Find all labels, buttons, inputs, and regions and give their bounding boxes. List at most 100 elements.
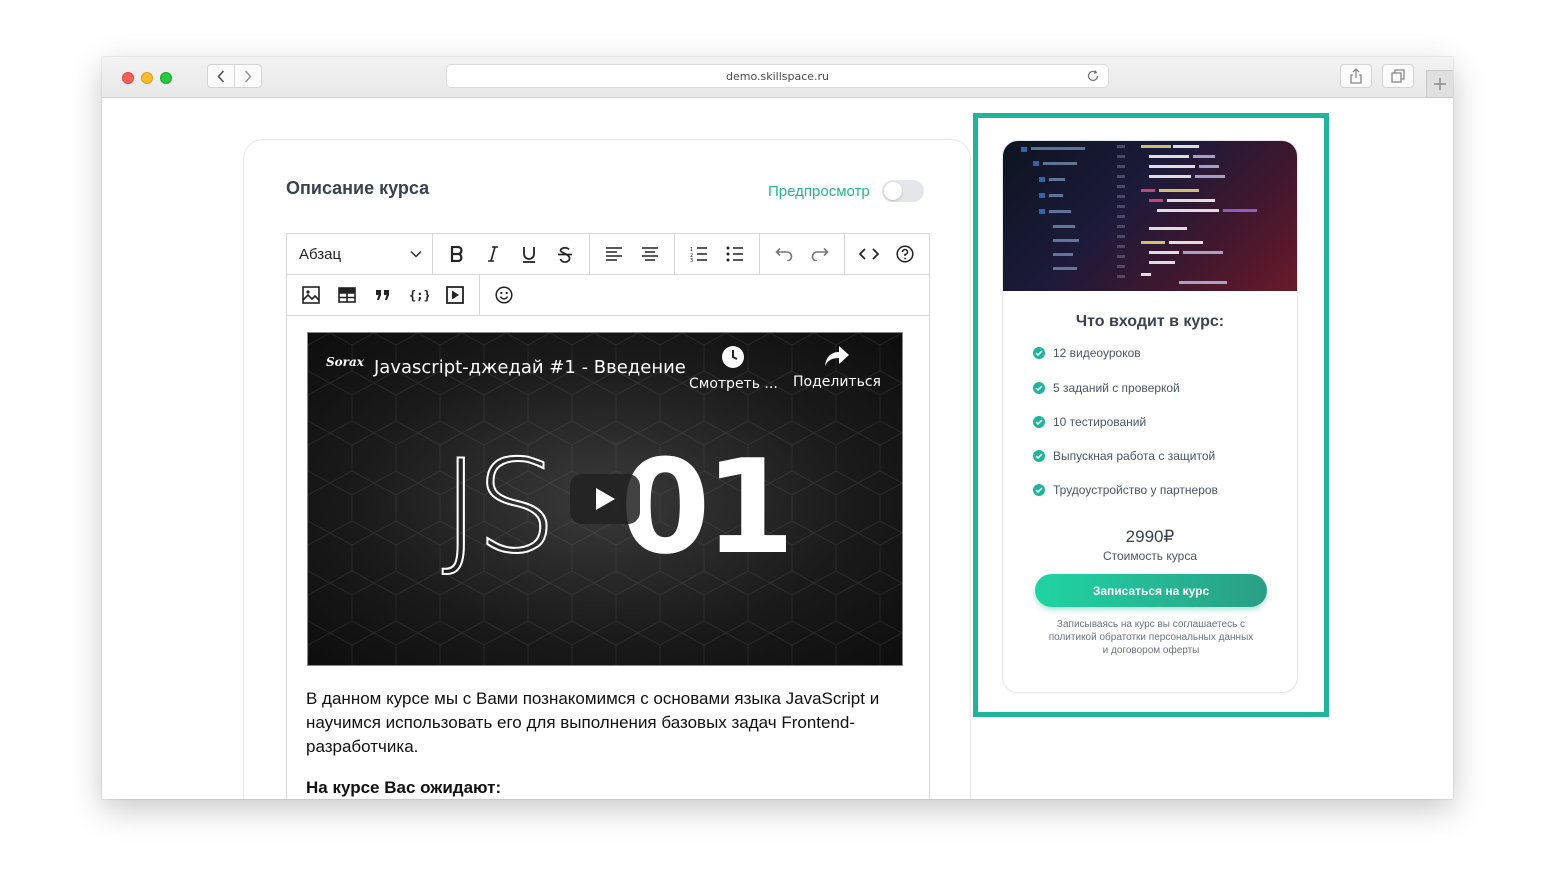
video-title[interactable]: Javascript-джедай #1 - Введение [374,357,686,378]
course-offer-card: Что входит в курс: 12 видеоуроков 5 зада… [1002,140,1298,693]
course-description-card: Описание курса Предпросмотр Абзац 1 2 3 … [243,139,971,799]
align-left-button[interactable] [596,239,632,269]
align-left-icon [606,247,622,261]
course-expectations-heading[interactable]: На курсе Вас ожидают: [306,778,501,798]
clock-icon [722,346,745,368]
chevron-left-icon [217,69,225,83]
course-price-label: Стоимость курса [1102,549,1197,563]
toggle-knob [883,182,902,200]
page-title: Описание курса [286,178,430,198]
video-share-button[interactable]: Поделиться [793,345,881,390]
preview-toggle[interactable] [881,180,924,202]
check-icon [1033,382,1045,394]
image-icon [302,286,320,304]
reload-icon[interactable] [1086,69,1100,83]
feature-label: 12 видеоуроков [1053,346,1141,360]
feature-item: Трудоустройство у партнеров [1033,483,1218,497]
insert-table-button[interactable] [329,280,365,310]
check-icon [1033,484,1045,496]
forward-button[interactable] [234,64,262,88]
thumbnail-js-text: JS [441,432,558,583]
play-button[interactable] [570,474,640,524]
editor-toolbar-row-1: Абзац 123 [287,234,929,275]
help-button[interactable] [887,239,923,269]
svg-text:3: 3 [690,258,693,262]
list-group: 123 [675,234,760,274]
strikethrough-button[interactable] [547,239,583,269]
chevron-right-icon [244,69,252,83]
video-share-label: Поделиться [793,374,881,390]
video-icon [446,286,464,304]
help-icon [896,245,914,263]
feature-label: Выпускная работа с защитой [1053,449,1216,463]
paragraph-format-value: Абзац [299,245,342,263]
feature-item: 10 тестирований [1033,415,1146,429]
emoji-group [480,275,528,315]
embedded-video[interactable]: Sorax Javascript-джедай #1 - Введение См… [307,332,903,666]
check-icon [1033,450,1045,462]
share-icon [1350,68,1362,84]
watch-later-label: Смотреть ... [689,376,778,392]
text-style-group [433,234,590,274]
course-cover-image [1003,141,1297,291]
address-bar[interactable]: demo.skillspace.ru [446,64,1109,88]
close-window-button[interactable] [122,72,134,84]
preview-toggle-group: Предпросмотр [768,180,924,202]
check-icon [1033,347,1045,359]
browser-titlebar: demo.skillspace.ru [102,57,1453,98]
course-description-text[interactable]: В данном курсе мы с Вами познакомимся с … [306,687,916,759]
code-icon [859,248,879,260]
show-tabs-button[interactable] [1382,64,1414,88]
feature-label: 5 заданий с проверкой [1053,381,1180,395]
align-center-button[interactable] [632,239,668,269]
course-includes-heading: Что входит в курс: [1075,313,1225,330]
bullet-list-icon [726,246,743,262]
preview-label: Предпросмотр [768,182,870,200]
rich-text-editor: Абзац 123 {;} Sorax Javascript-джедай #1… [286,233,930,799]
feature-label: 10 тестирований [1053,415,1147,429]
share-button[interactable] [1340,64,1372,88]
code-block-button[interactable]: {;} [401,280,437,310]
svg-text:{;}: {;} [409,289,429,303]
bullet-list-button[interactable] [717,239,753,269]
undo-button[interactable] [766,239,802,269]
browser-window: demo.skillspace.ru Описание курса Предпр… [102,57,1453,799]
strikethrough-icon [558,246,572,263]
underline-icon [523,246,535,263]
underline-button[interactable] [511,239,547,269]
enroll-button[interactable]: Записаться на курс [1035,574,1267,607]
misc-group [845,234,929,274]
watch-later-button[interactable]: Смотреть ... [689,345,778,392]
insert-image-button[interactable] [293,280,329,310]
play-icon [596,488,615,510]
insert-video-button[interactable] [437,280,473,310]
check-icon [1033,416,1045,428]
paragraph-format-select[interactable]: Абзац [287,234,433,274]
terms-privacy-text[interactable]: Записываясь на курс вы соглашаетесь с по… [1039,618,1263,644]
minimize-window-button[interactable] [141,72,153,84]
italic-button[interactable] [475,239,511,269]
address-url: demo.skillspace.ru [725,69,830,83]
align-center-icon [642,247,658,261]
alignment-group [590,234,675,274]
new-tab-button[interactable] [1426,70,1453,98]
feature-item: 12 видеоуроков [1033,346,1141,360]
bold-button[interactable] [439,239,475,269]
source-code-button[interactable] [851,239,887,269]
ordered-list-button[interactable]: 123 [681,239,717,269]
redo-button[interactable] [802,239,838,269]
smiley-icon [495,286,513,304]
emoji-button[interactable] [486,280,522,310]
terms-offer-text[interactable]: и договором оферты [1039,644,1263,657]
tabs-icon [1391,69,1405,83]
thumbnail-number-text: 01 [620,431,795,583]
channel-logo[interactable]: Sorax [326,355,364,381]
editor-toolbar-row-2: {;} [287,275,929,316]
back-button[interactable] [207,64,235,88]
feature-item: 5 заданий с проверкой [1033,381,1180,395]
blockquote-button[interactable] [365,280,401,310]
zoom-window-button[interactable] [160,72,172,84]
italic-icon [488,246,498,262]
table-icon [338,287,356,303]
ordered-list-icon: 123 [690,247,707,262]
